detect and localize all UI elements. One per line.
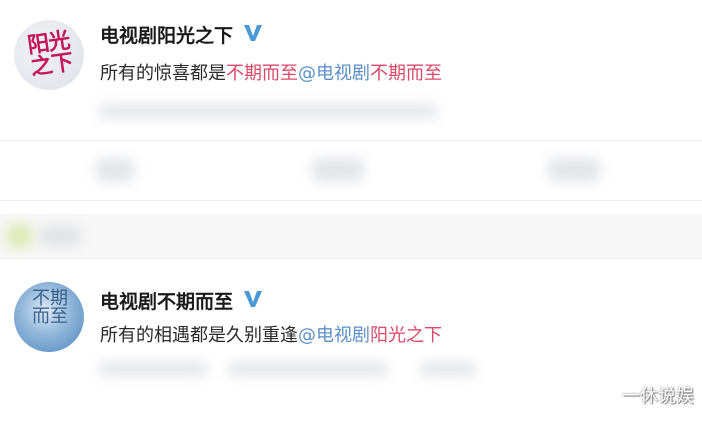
screenshot-root: 阳光之下 电视剧阳光之下 所有的惊喜都是不期而至@电视剧不期而至 不期而至 电视…	[0, 0, 702, 424]
username-buqierzhi[interactable]: 电视剧不期而至	[100, 287, 233, 314]
topic-text: 阳光之下	[370, 325, 442, 346]
blurred-text-line	[420, 362, 476, 376]
topic-text: 不期而至	[226, 63, 298, 84]
watermark-text: 一休说娱	[622, 386, 694, 407]
blurred-text-line	[98, 104, 438, 118]
blurred-action-icon	[548, 158, 600, 182]
post-separator	[0, 214, 702, 258]
divider	[0, 200, 702, 201]
blurred-text-line	[228, 362, 388, 376]
content-text: 所有的惊喜都是	[100, 63, 226, 84]
blurred-action-icon	[312, 158, 364, 182]
username-yangguangzhixia[interactable]: 电视剧阳光之下	[100, 21, 233, 48]
divider	[0, 258, 702, 259]
topic-text: 不期而至	[370, 63, 442, 84]
avatar-logo-text: 不期而至	[32, 288, 68, 327]
blurred-action-icon	[96, 158, 134, 182]
content-text: 所有的相遇都是久别重逢	[100, 325, 298, 346]
blurred-emoji	[6, 224, 32, 248]
divider	[0, 140, 702, 141]
mention-link[interactable]: @电视剧	[298, 325, 370, 346]
blurred-text-line	[98, 362, 208, 376]
avatar-yangguangzhixia[interactable]: 阳光之下	[14, 20, 84, 90]
post-content: 所有的相遇都是久别重逢@电视剧阳光之下	[100, 321, 442, 347]
avatar-logo-text: 阳光之下	[25, 27, 75, 81]
verified-v-icon	[244, 25, 262, 41]
mention-link[interactable]: @电视剧	[298, 63, 370, 84]
weibo-post-1: 阳光之下 电视剧阳光之下 所有的惊喜都是不期而至@电视剧不期而至	[0, 0, 702, 214]
avatar-buqierzhi[interactable]: 不期而至	[14, 282, 84, 352]
post-content: 所有的惊喜都是不期而至@电视剧不期而至	[100, 59, 442, 85]
blurred-text	[40, 226, 80, 246]
verified-v-icon	[244, 291, 262, 307]
